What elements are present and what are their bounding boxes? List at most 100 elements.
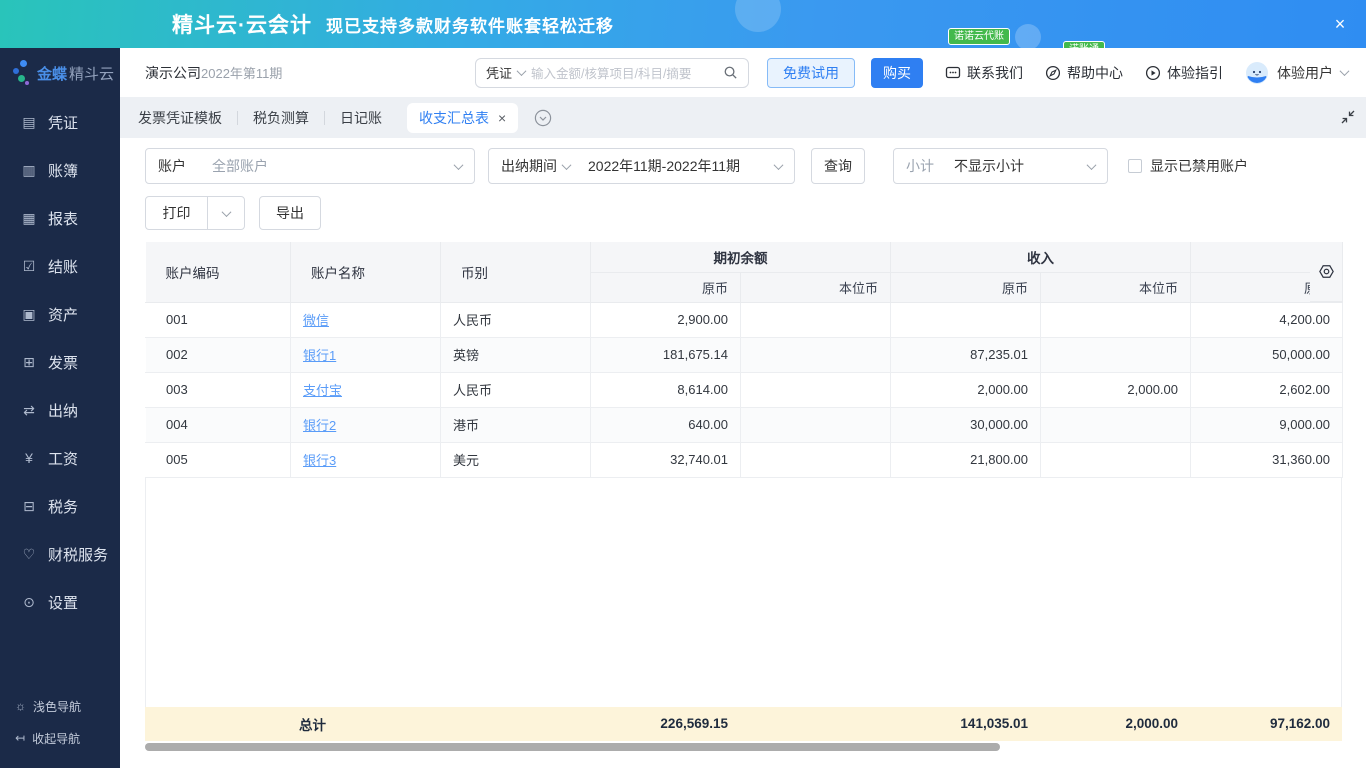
salary-icon: ¥	[25, 450, 33, 466]
free-trial-button[interactable]: 免费试用	[767, 57, 855, 88]
print-options-icon[interactable]	[207, 197, 244, 229]
play-icon	[1145, 65, 1161, 80]
export-button[interactable]: 导出	[259, 196, 321, 230]
cashier-icon: ⇄	[23, 401, 35, 418]
chevron-down-icon	[1086, 159, 1097, 170]
collapse-view-icon[interactable]	[1340, 109, 1356, 125]
search-icon[interactable]	[723, 65, 738, 80]
period-select[interactable]: 出纳期间 2022年11期-2022年11期	[488, 148, 795, 184]
light-nav-toggle[interactable]: ☼ 浅色导航	[0, 690, 120, 722]
user-menu[interactable]: 体验用户	[1245, 61, 1350, 85]
account-link[interactable]: 微信	[303, 313, 329, 328]
scrollbar-thumb[interactable]	[145, 742, 1000, 751]
group-header-opening-balance: 期初余额	[590, 242, 891, 273]
sidebar-item-tax[interactable]: ⊟ 税务	[0, 482, 120, 530]
search-category-select[interactable]: 凭证	[486, 63, 512, 82]
experience-guide-button[interactable]: 体验指引	[1145, 63, 1223, 83]
sidebar-item-voucher[interactable]: ▤ 凭证	[0, 98, 120, 146]
ledger-icon: ▥	[22, 161, 36, 178]
gear-icon	[1318, 265, 1334, 278]
table-row: 002 银行1 英镑 181,675.14 87,235.01 50,000.0…	[145, 337, 1343, 373]
banner-decor-circle	[735, 0, 781, 32]
col-header-account-code: 账户编码	[145, 242, 291, 303]
summary-table: 账户编码 账户名称 币别 期初余额 收入 原币 本位币 原币 本位币 原币	[145, 242, 1343, 751]
subheader-original-currency: 原币	[890, 272, 1041, 303]
sidebar: 金蝶 精斗云 ▤ 凭证 ▥ 账簿 ▦ 报表 ☑ 结账 ▣ 资产 ⊞ 发票 ⇄ 出纳…	[0, 48, 120, 768]
account-link[interactable]: 支付宝	[303, 383, 342, 398]
collapse-nav-button[interactable]: ↤ 收起导航	[0, 722, 120, 754]
invoice-icon: ⊞	[23, 353, 35, 370]
subheader-base-currency: 本位币	[740, 272, 891, 303]
subheader-base-currency: 本位币	[1040, 272, 1191, 303]
chevron-down-icon	[1339, 66, 1350, 77]
brand-name: 金蝶	[37, 65, 68, 83]
query-button[interactable]: 查询	[811, 148, 865, 184]
account-select[interactable]: 账户 全部账户	[145, 148, 475, 184]
search-input[interactable]: 输入金额/核算项目/科目/摘要	[531, 63, 717, 82]
sidebar-item-ledger[interactable]: ▥ 账簿	[0, 146, 120, 194]
subtotal-select[interactable]: 小计 不显示小计	[893, 148, 1108, 184]
col-header-currency: 币别	[440, 242, 591, 303]
asset-icon: ▣	[22, 305, 36, 322]
chevron-down-icon	[773, 159, 784, 170]
sidebar-item-settings[interactable]: ⊙ 设置	[0, 578, 120, 626]
toolbar-row: 打印 导出	[145, 196, 1342, 230]
checkbox-icon[interactable]	[1128, 159, 1142, 173]
print-split-button[interactable]: 打印	[145, 196, 245, 230]
fiscal-service-icon: ♡	[22, 545, 36, 562]
total-label: 总计	[145, 706, 440, 741]
tab-close-icon[interactable]: ×	[498, 110, 506, 126]
avatar	[1246, 61, 1268, 84]
col-header-account-name: 账户名称	[290, 242, 441, 303]
account-link[interactable]: 银行2	[303, 418, 336, 433]
tabbar: 发票凭证模板 税负测算 日记账 收支汇总表 ×	[120, 97, 1366, 138]
tab-journal[interactable]: 日记账	[325, 108, 397, 128]
chevron-down-icon	[561, 159, 572, 170]
brand-logo[interactable]: 金蝶 精斗云	[0, 48, 120, 98]
contact-us-button[interactable]: 联系我们	[945, 63, 1023, 83]
sidebar-item-invoice[interactable]: ⊞ 发票	[0, 338, 120, 386]
tab-invoice-voucher-template[interactable]: 发票凭证模板	[123, 108, 237, 128]
banner-badge: 诺账通	[1063, 41, 1105, 48]
sidebar-item-cashier[interactable]: ⇄ 出纳	[0, 386, 120, 434]
table-row: 005 银行3 美元 32,740.01 21,800.00 31,360.00	[145, 442, 1343, 478]
sidebar-item-fiscal-service[interactable]: ♡ 财税服务	[0, 530, 120, 578]
brand-logo-icon	[12, 60, 30, 86]
buy-button[interactable]: 购买	[871, 57, 923, 88]
filter-row: 账户 全部账户 出纳期间 2022年11期-2022年11期 查询 小计 不显示…	[145, 148, 1342, 184]
tab-list-dropdown-icon[interactable]	[534, 109, 552, 127]
main-panel: 演示公司 2022年第11期 凭证 输入金额/核算项目/科目/摘要 免费试用 购…	[120, 48, 1366, 768]
account-link[interactable]: 银行3	[303, 453, 336, 468]
settings-icon: ⊙	[23, 593, 35, 610]
table-empty-area	[145, 477, 1342, 707]
accounting-period: 2022年第11期	[201, 66, 283, 81]
compass-icon	[1045, 65, 1061, 80]
sidebar-item-report[interactable]: ▦ 报表	[0, 194, 120, 242]
total-row: 总计 226,569.15 141,035.01 2,000.00 97,162…	[145, 706, 1342, 741]
sidebar-item-closing[interactable]: ☑ 结账	[0, 242, 120, 290]
tab-tax-calc[interactable]: 税负测算	[238, 108, 324, 128]
table-row: 001 微信 人民币 2,900.00 4,200.00	[145, 302, 1343, 338]
sidebar-item-asset[interactable]: ▣ 资产	[0, 290, 120, 338]
print-button[interactable]: 打印	[146, 197, 207, 229]
tab-income-expense-summary[interactable]: 收支汇总表 ×	[407, 102, 519, 133]
global-search[interactable]: 凭证 输入金额/核算项目/科目/摘要	[475, 57, 749, 88]
group-header-income: 收入	[890, 242, 1191, 273]
chat-icon	[945, 66, 961, 78]
table-row: 003 支付宝 人民币 8,614.00 2,000.00 2,000.00 2…	[145, 372, 1343, 408]
subheader-original-currency: 原币	[590, 272, 741, 303]
banner-badge: 诺诺云代账	[948, 28, 1010, 45]
company-name[interactable]: 演示公司	[145, 63, 201, 83]
chevron-down-icon	[453, 159, 464, 170]
topbar: 演示公司 2022年第11期 凭证 输入金额/核算项目/科目/摘要 免费试用 购…	[120, 48, 1366, 97]
help-center-button[interactable]: 帮助中心	[1045, 63, 1123, 83]
show-disabled-accounts-checkbox[interactable]: 显示已禁用账户	[1128, 156, 1248, 176]
account-link[interactable]: 银行1	[303, 348, 336, 363]
period-range-value[interactable]: 2022年11期-2022年11期	[588, 156, 769, 176]
sidebar-item-salary[interactable]: ¥ 工资	[0, 434, 120, 482]
horizontal-scrollbar[interactable]	[145, 742, 1342, 751]
banner-close-icon[interactable]: ×	[1328, 12, 1352, 36]
user-name: 体验用户	[1277, 64, 1333, 81]
report-icon: ▦	[22, 209, 36, 226]
column-settings-button[interactable]	[1310, 242, 1342, 302]
